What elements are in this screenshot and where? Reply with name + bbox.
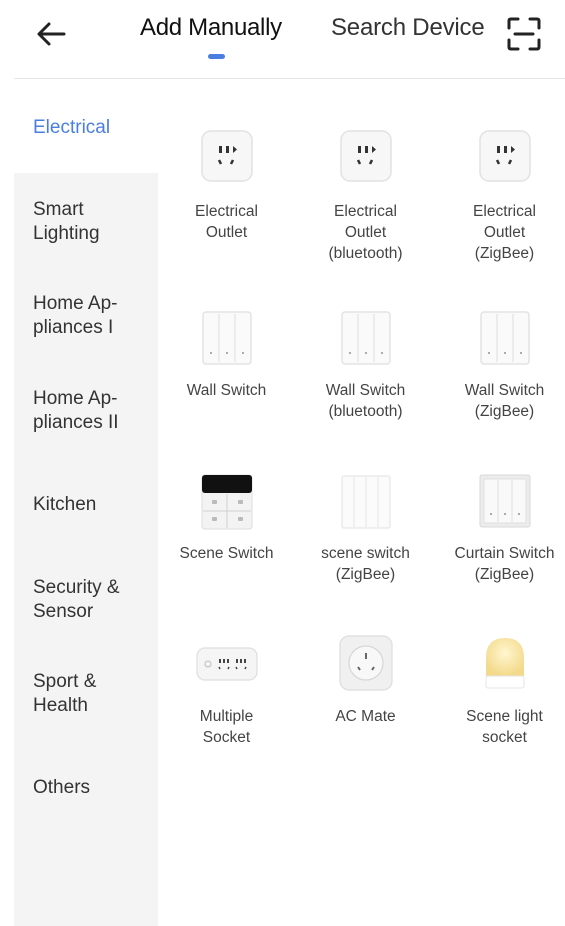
device-label: socket [482,729,527,746]
sidebar-item-label: Sensor [33,601,94,622]
sidebar-item-label: Security & [33,577,120,598]
sidebar-item-label: Smart [33,199,84,220]
sidebar-item-label: Health [33,695,88,716]
device-wall-switch-bluetooth[interactable]: Wall Switch (bluetooth) [296,308,435,443]
wall-switch-icon [340,311,391,365]
sidebar-item-label: Others [33,777,91,798]
sidebar-item-sport-health[interactable]: Sport & Health [33,670,153,718]
sidebar-background [14,173,158,926]
device-label: (ZigBee) [474,245,535,262]
device-scene-switch[interactable]: Scene Switch [157,472,296,607]
sidebar-item-security-sensor[interactable]: Security & Sensor [33,576,153,624]
sidebar-item-others[interactable]: Others [33,776,153,800]
scene-light-socket-icon [485,638,524,689]
sidebar-item-label: pliances I [33,317,114,338]
outlet-icon [200,130,253,182]
sidebar-item-smart-lighting[interactable]: Smart Lighting [33,198,153,246]
sidebar-item-label: Electrical [33,117,111,138]
device-multiple-socket[interactable]: Multiple Socket [157,634,296,754]
sidebar-item-home-appliances-1[interactable]: Home Ap- pliances I [33,292,153,340]
device-label: AC Mate [335,708,396,725]
tab-search-device[interactable]: Search Device [331,14,485,42]
category-sidebar: Electrical Smart Lighting Home Ap- plian… [14,80,158,926]
device-label: Scene Switch [179,545,274,562]
scan-frame-icon [507,17,541,51]
power-strip-icon [195,647,258,681]
scan-button[interactable] [506,17,542,51]
wall-switch-icon [201,311,252,365]
device-scene-light-socket[interactable]: Scene light socket [435,634,565,754]
device-label: Electrical [334,203,397,220]
device-label: (ZigBee) [474,403,535,420]
curtain-switch-icon [479,474,530,528]
back-button[interactable] [34,16,70,52]
sidebar-item-label: Lighting [33,223,100,244]
active-tab-indicator [208,54,225,59]
device-label: Electrical [195,203,258,220]
device-label: Wall Switch [325,382,406,399]
scene-switch-zigbee-icon [340,475,391,529]
device-wall-switch[interactable]: Wall Switch [157,308,296,443]
device-ac-mate[interactable]: AC Mate [296,634,435,754]
device-label: (ZigBee) [335,566,396,583]
device-label: scene switch [321,545,410,562]
device-label: Outlet [344,224,387,241]
arrow-left-icon [37,22,66,46]
device-curtain-switch-zigbee[interactable]: Curtain Switch (ZigBee) [435,472,565,607]
sidebar-item-label: Sport & [33,671,97,692]
tab-add-manually[interactable]: Add Manually [140,14,282,42]
sidebar-item-kitchen[interactable]: Kitchen [33,493,153,517]
scene-switch-icon [201,474,252,530]
sidebar-item-electrical[interactable]: Electrical [33,116,153,140]
wall-switch-icon [479,311,530,365]
device-wall-switch-zigbee[interactable]: Wall Switch (ZigBee) [435,308,565,443]
sidebar-item-home-appliances-2[interactable]: Home Ap- pliances II [33,387,153,435]
device-label: Scene light [466,708,543,725]
device-electrical-outlet-bluetooth[interactable]: Electrical Outlet (bluetooth) [296,125,435,275]
device-label: Curtain Switch [454,545,555,562]
sidebar-item-label: Home Ap- [33,293,118,314]
outlet-icon [339,130,392,182]
device-label: Socket [202,729,251,746]
device-scene-switch-zigbee[interactable]: scene switch (ZigBee) [296,472,435,607]
device-label: Multiple [199,708,254,725]
top-bar: Add Manually Search Device [0,0,565,80]
header-divider [14,78,565,79]
device-label: (bluetooth) [328,403,403,420]
device-electrical-outlet[interactable]: Electrical Outlet [157,125,296,275]
device-label: (bluetooth) [328,245,403,262]
sidebar-item-label: Home Ap- [33,388,118,409]
device-label: (ZigBee) [474,566,535,583]
device-label: Outlet [205,224,248,241]
device-label: Electrical [473,203,536,220]
outlet-icon [478,130,531,182]
sidebar-item-label: pliances II [33,412,119,433]
device-label: Wall Switch [186,382,267,399]
device-electrical-outlet-zigbee[interactable]: Electrical Outlet (ZigBee) [435,125,565,275]
sidebar-item-label: Kitchen [33,494,97,515]
device-label: Wall Switch [464,382,545,399]
device-label: Outlet [483,224,526,241]
ac-mate-icon [338,635,393,691]
